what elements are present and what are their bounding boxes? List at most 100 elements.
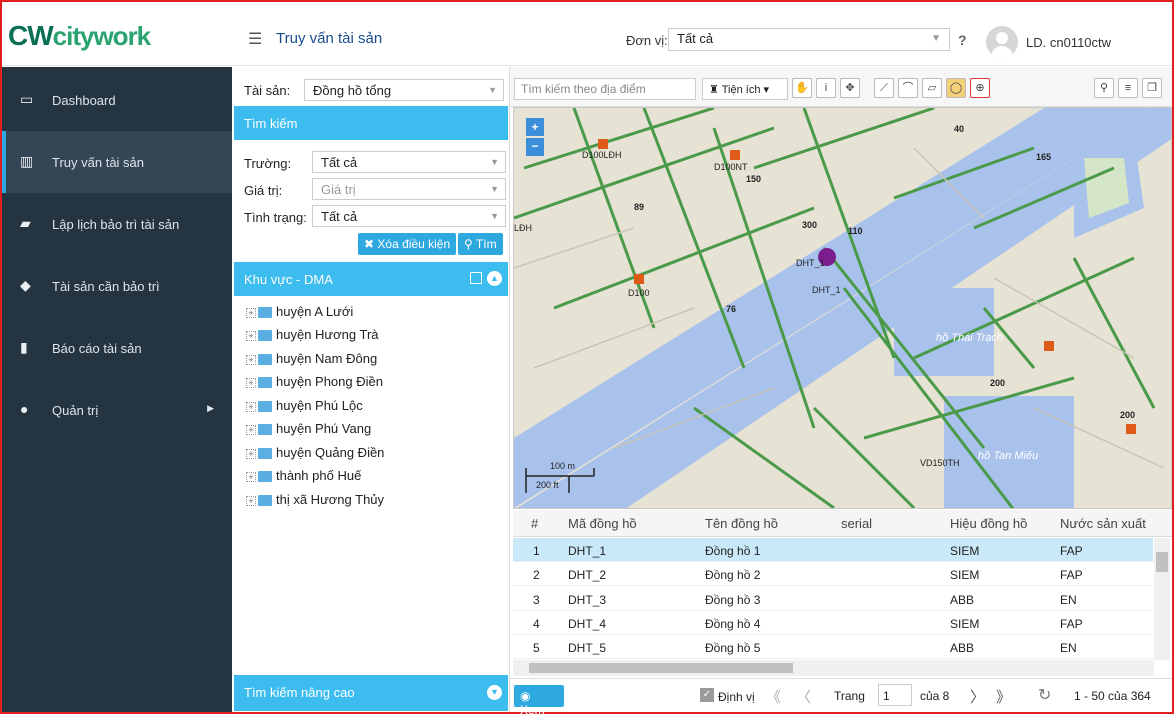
vertical-scrollbar[interactable] [1154, 538, 1170, 660]
map-canvas[interactable] [514, 108, 1172, 509]
scale-meters: 100 m [550, 461, 576, 471]
utility-dropdown[interactable]: ♜ Tiện ích ▾ [702, 78, 788, 100]
tree-item[interactable]: + huyện Phú Lộc [246, 398, 363, 413]
unit-select[interactable]: Tất cả ▼ [668, 28, 950, 51]
pan-hand-icon[interactable]: ✋ [792, 78, 812, 98]
view-button[interactable]: ◉ Xem [514, 685, 564, 717]
sidebar-item-admin[interactable]: ● Quản trị ▶ [2, 379, 232, 441]
chevron-down-icon: ▼ [490, 211, 499, 221]
draw-polyline-icon[interactable]: ⌒ [898, 78, 918, 98]
location-pin-icon[interactable]: ⚲ [1094, 78, 1114, 98]
map-label: D100 [628, 288, 650, 298]
tree-item[interactable]: + huyện A Lưới [246, 304, 353, 319]
column-header[interactable]: Tên đồng hồ [705, 510, 778, 537]
tree-item[interactable]: + huyện Phong Điền [246, 374, 383, 389]
field-select[interactable]: Tất cả ▼ [312, 151, 506, 173]
map-label: DHT_1 [812, 285, 841, 295]
unit-label: Đơn vị: [626, 33, 668, 48]
search-button[interactable]: ⚲ Tìm [458, 233, 503, 255]
value-input[interactable]: Giá trị ▼ [312, 178, 506, 200]
scale-feet: 200 ft [536, 480, 559, 490]
search-icon: ⚲ [464, 237, 476, 251]
move-icon[interactable]: ✥ [840, 78, 860, 98]
chevron-up-icon[interactable]: ▲ [487, 271, 502, 286]
chevron-down-icon: ▼ [931, 33, 941, 44]
lake-label: hồ Tan Miếu [978, 450, 1039, 462]
folder-icon [258, 424, 272, 436]
sidebar-item-asset-query[interactable]: ▥ Truy vấn tài sản [2, 131, 232, 193]
folder-icon [258, 354, 272, 366]
sidebar-item-assets-need-maintenance[interactable]: ◆ Tài sản cần bảo trì [2, 255, 232, 317]
tree-item[interactable]: + thành phố Huế [246, 468, 361, 483]
advanced-search-header[interactable]: Tìm kiếm nâng cao ▼ [234, 675, 508, 711]
logo: CWcitywork [8, 20, 151, 51]
asset-select[interactable]: Đồng hồ tổng ▼ [304, 79, 504, 101]
folder-icon [258, 448, 272, 460]
locate-checkbox[interactable]: ✓ [700, 688, 714, 702]
draw-circle-icon[interactable]: ◯ [946, 78, 966, 98]
map-label: D100NT [714, 162, 748, 172]
expand-icon: + [246, 354, 256, 365]
area-header[interactable]: Khu vực - DMA ▲ [234, 262, 508, 296]
status-label: Tình trạng: [244, 210, 307, 225]
tree-item[interactable]: + huyện Quảng Điền [246, 445, 384, 460]
tree-item[interactable]: + huyện Phú Vang [246, 421, 371, 436]
page-input[interactable]: 1 [878, 684, 912, 706]
table-row[interactable]: 1 DHT_1 Đồng hồ 1 SIEM FAP [513, 538, 1153, 562]
horizontal-scrollbar[interactable] [513, 660, 1154, 676]
sidebar-item-maintenance-schedule[interactable]: ▰ Lập lịch bảo trì tài sản [2, 193, 232, 255]
map-label: LĐH [514, 223, 533, 233]
location-search-input[interactable]: Tìm kiếm theo địa điểm [514, 78, 696, 100]
next-page-icon[interactable]: 〉 [970, 686, 985, 707]
folder-icon [258, 377, 272, 389]
road-label: 200 [990, 378, 1006, 388]
clear-conditions-button[interactable]: ✖ Xóa điều kiện [358, 233, 457, 255]
refresh-icon[interactable]: ↻ [1038, 685, 1051, 705]
tree-item[interactable]: + huyện Nam Đông [246, 351, 377, 366]
last-page-icon[interactable]: 》 [996, 686, 1011, 707]
table-row[interactable]: 2 DHT_2 Đồng hồ 2 SIEM FAP [513, 562, 1153, 586]
help-icon[interactable]: ? [958, 32, 967, 48]
zoom-out-button[interactable]: − [526, 138, 544, 156]
sidebar: ▭ Dashboard ▥ Truy vấn tài sản ▰ Lập lịch b… [2, 67, 232, 712]
tree-item[interactable]: + thị xã Hương Thủy [246, 492, 384, 507]
road-label: 300 [802, 220, 818, 230]
layers-icon[interactable]: ❐ [1142, 78, 1162, 98]
column-header[interactable]: # [531, 510, 538, 537]
table-row[interactable]: 3 DHT_3 Đồng hồ 3 ABB EN [513, 587, 1153, 611]
page-title: Truy vấn tài sản [276, 30, 383, 47]
close-icon: ✖ [364, 237, 378, 251]
column-header[interactable]: serial [841, 510, 872, 537]
zoom-in-button[interactable]: + [526, 118, 544, 136]
draw-line-icon[interactable]: ⟋ [874, 78, 894, 98]
map-label: VD150TH [920, 458, 960, 468]
top-bar: CWcitywork ☰ Truy vấn tài sản Đơn vị: Tấ… [2, 2, 1172, 66]
column-header[interactable]: Nước sản xuất [1060, 510, 1146, 537]
zoom-box-icon[interactable]: ⊕ [970, 78, 990, 98]
first-page-icon[interactable]: 《 [766, 686, 781, 707]
table-row[interactable]: 4 DHT_4 Đồng hồ 4 SIEM FAP [513, 611, 1153, 635]
building-icon: ▥ [20, 153, 34, 169]
user-name[interactable]: LD. cn0110ctw [1026, 35, 1111, 50]
column-header[interactable]: Mã đồng hồ [568, 510, 637, 537]
expand-icon: + [246, 307, 256, 318]
avatar[interactable] [986, 26, 1018, 58]
column-header[interactable]: Hiệu đồng hồ [950, 510, 1027, 537]
list-icon[interactable]: ≡ [1118, 78, 1138, 98]
hamburger-icon[interactable]: ☰ [248, 29, 262, 49]
prev-page-icon[interactable]: 〈 [796, 686, 811, 707]
map-view[interactable]: + − D100LĐH D100NT D100 DHT_1 DHT_1 VD15… [513, 107, 1172, 509]
sidebar-item-reports[interactable]: ▮ Báo cáo tài sản [2, 317, 232, 379]
sidebar-item-dashboard[interactable]: ▭ Dashboard [2, 69, 232, 131]
tags-icon: ◆ [20, 277, 31, 293]
table-row[interactable]: 5 DHT_5 Đồng hồ 5 ABB EN [513, 635, 1153, 659]
tree-item[interactable]: + huyện Hương Trà [246, 327, 379, 342]
status-select[interactable]: Tất cả ▼ [312, 205, 506, 227]
expand-icon: + [246, 471, 256, 482]
info-icon[interactable]: i [816, 78, 836, 98]
search-header[interactable]: Tìm kiếm [234, 106, 508, 140]
draw-polygon-icon[interactable]: ▱ [922, 78, 942, 98]
checkbox-icon[interactable] [470, 272, 482, 284]
road-label: 76 [726, 304, 737, 314]
users-icon: ● [20, 401, 29, 417]
